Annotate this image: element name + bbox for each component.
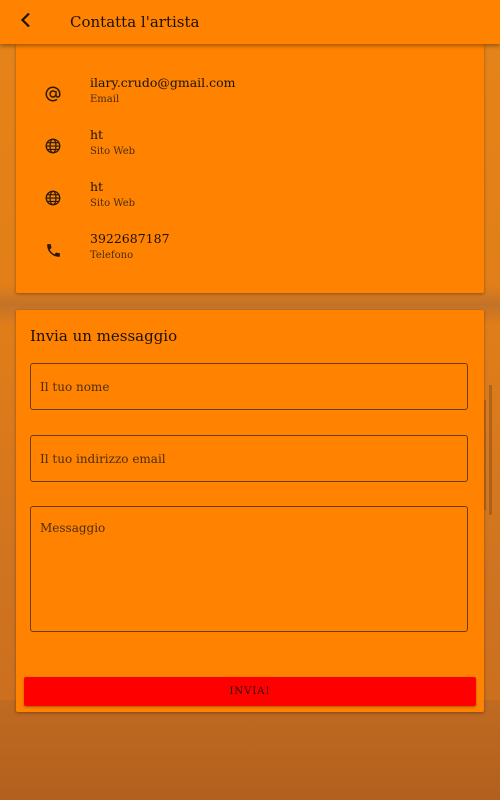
contacts-card: ilary.crudo@gmail.com Email ht Sito Web … (16, 44, 484, 293)
background-mast (489, 385, 492, 515)
contact-website-label: Sito Web (90, 146, 136, 157)
send-button[interactable]: INVIA! (24, 677, 476, 706)
message-textarea[interactable] (30, 506, 468, 632)
contact-website-label: Sito Web (90, 198, 136, 209)
contact-website-value: ht (90, 127, 104, 142)
globe-icon (42, 187, 64, 209)
background-beach (0, 700, 500, 800)
message-card: Invia un messaggio INVIA! (16, 310, 484, 712)
contact-email-label: Email (90, 94, 120, 105)
back-button[interactable] (4, 0, 48, 44)
name-input[interactable] (30, 363, 468, 410)
contact-website-row[interactable]: ht Sito Web (16, 179, 484, 223)
contact-phone-value: 3922687187 (90, 231, 170, 246)
contact-phone-label: Telefono (90, 250, 134, 261)
contact-email-value: ilary.crudo@gmail.com (90, 75, 236, 90)
contact-phone-row[interactable]: 3922687187 Telefono (16, 231, 484, 275)
page-title: Contatta l'artista (70, 13, 200, 31)
background-mast (484, 400, 486, 510)
chevron-left-icon (19, 12, 33, 32)
globe-icon (42, 135, 64, 157)
contact-website-row[interactable]: ht Sito Web (16, 127, 484, 171)
message-form-title: Invia un messaggio (30, 327, 178, 345)
contact-website-value: ht (90, 179, 104, 194)
contact-email-row[interactable]: ilary.crudo@gmail.com Email (16, 75, 484, 119)
at-icon (42, 83, 64, 105)
app-bar: Contatta l'artista (0, 0, 500, 44)
email-input[interactable] (30, 435, 468, 482)
phone-icon (42, 239, 64, 261)
